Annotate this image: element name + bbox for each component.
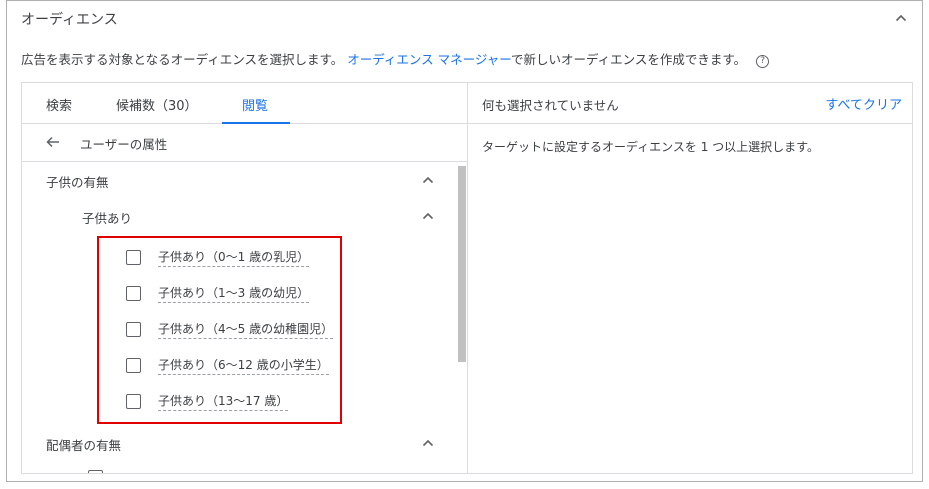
breadcrumb: ユーザーの属性 bbox=[22, 123, 467, 162]
tree-group-label: 配偶者の有無 bbox=[46, 438, 122, 453]
list-item[interactable]: 子供あり（13～17 歳） bbox=[22, 386, 451, 422]
list-item[interactable] bbox=[22, 462, 451, 473]
clear-all-button[interactable]: すべてクリア bbox=[825, 94, 902, 113]
option-label[interactable]: 子供あり（13～17 歳） bbox=[158, 392, 289, 411]
tab-bar: 検索 候補数（30） 閲覧 bbox=[22, 83, 467, 124]
checkbox-unchecked-icon[interactable] bbox=[126, 322, 141, 337]
tab-browse[interactable]: 閲覧 bbox=[242, 95, 268, 114]
selection-header: 何も選択されていません すべてクリア bbox=[468, 83, 912, 124]
tab-search[interactable]: 検索 bbox=[46, 95, 72, 114]
option-label[interactable]: 子供あり（1～3 歳の幼児） bbox=[158, 284, 310, 303]
chevron-up-icon[interactable] bbox=[419, 434, 437, 452]
tab-suggestions[interactable]: 候補数（30） bbox=[116, 95, 198, 114]
checkbox-unchecked-icon[interactable] bbox=[126, 358, 141, 373]
scrollbar-thumb[interactable] bbox=[458, 166, 466, 362]
tree-subgroup-label: 子供あり bbox=[82, 211, 133, 226]
arrow-left-icon[interactable] bbox=[44, 133, 62, 151]
list-item[interactable]: 子供あり（0～1 歳の乳児） bbox=[22, 242, 451, 278]
audience-picker: 検索 候補数（30） 閲覧 ユーザーの属性 子供の有無 子供あり 子供あり（0～… bbox=[21, 82, 913, 474]
checkbox-unchecked-icon[interactable] bbox=[126, 250, 141, 265]
list-item[interactable]: 子供あり（4～5 歳の幼稚園児） bbox=[22, 314, 451, 350]
section-description: 広告を表示する対象となるオーディエンスを選択します。 オーディエンス マネージャ… bbox=[21, 49, 770, 68]
audience-panel: オーディエンス 広告を表示する対象となるオーディエンスを選択します。 オーディエ… bbox=[6, 0, 923, 482]
chevron-up-icon[interactable] bbox=[892, 9, 910, 27]
option-label[interactable]: 子供あり（0～1 歳の乳児） bbox=[158, 248, 310, 267]
tree-group-parental-status[interactable]: 子供の有無 bbox=[22, 162, 451, 198]
tree-subgroup-parents[interactable]: 子供あり bbox=[22, 198, 451, 234]
tree-group-label: 子供の有無 bbox=[46, 175, 109, 190]
selection-hint: ターゲットに設定するオーディエンスを 1 つ以上選択します。 bbox=[482, 140, 819, 154]
description-text-tail: で新しいオーディエンスを作成できます。 bbox=[510, 52, 747, 67]
breadcrumb-label: ユーザーの属性 bbox=[80, 137, 168, 152]
section-title: オーディエンス bbox=[21, 12, 118, 28]
chevron-up-icon[interactable] bbox=[419, 171, 437, 189]
description-text: 広告を表示する対象となるオーディエンスを選択します。 bbox=[21, 52, 344, 67]
audience-manager-link[interactable]: オーディエンス マネージャー bbox=[347, 52, 511, 67]
option-label[interactable]: 子供あり（6～12 歳の小学生） bbox=[158, 356, 329, 375]
checkbox-unchecked-icon[interactable] bbox=[126, 286, 141, 301]
chevron-up-icon[interactable] bbox=[419, 207, 437, 225]
category-tree: 子供の有無 子供あり 子供あり（0～1 歳の乳児） 子供あり（1～3 歳の幼児） bbox=[22, 162, 467, 473]
help-icon[interactable]: ? bbox=[756, 55, 770, 68]
checkbox-unchecked-icon[interactable] bbox=[126, 394, 141, 409]
scrollbar[interactable] bbox=[457, 162, 467, 473]
browse-pane: 検索 候補数（30） 閲覧 ユーザーの属性 子供の有無 子供あり 子供あり（0～… bbox=[22, 83, 468, 473]
list-item[interactable]: 子供あり（1～3 歳の幼児） bbox=[22, 278, 451, 314]
tree-group-marital-status[interactable]: 配偶者の有無 bbox=[22, 425, 451, 461]
selection-pane: 何も選択されていません すべてクリア ターゲットに設定するオーディエンスを 1 … bbox=[468, 83, 912, 473]
selection-status: 何も選択されていません bbox=[482, 98, 619, 113]
checkbox-unchecked-icon[interactable] bbox=[88, 470, 103, 473]
list-item[interactable]: 子供あり（6～12 歳の小学生） bbox=[22, 350, 451, 386]
option-label[interactable]: 子供あり（4～5 歳の幼稚園児） bbox=[158, 320, 334, 339]
